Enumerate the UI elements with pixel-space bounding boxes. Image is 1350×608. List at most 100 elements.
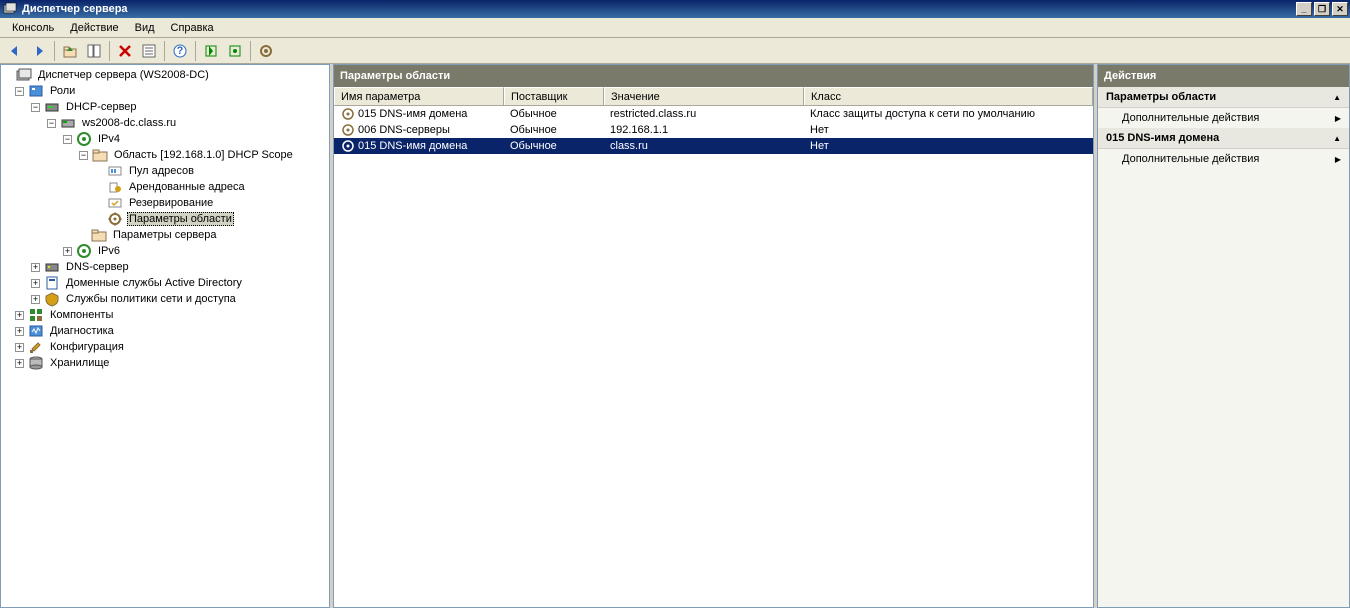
dns-icon: [44, 259, 60, 275]
expand-icon[interactable]: +: [15, 343, 24, 352]
app-icon: [2, 1, 18, 17]
list-row[interactable]: 015 DNS-имя домена Обычноеrestricted.clas…: [334, 106, 1093, 122]
ad-icon: [44, 275, 60, 291]
collapse-icon[interactable]: −: [47, 119, 56, 128]
expand-icon[interactable]: +: [31, 263, 40, 272]
actions-more-2[interactable]: Дополнительные действия▶: [1098, 149, 1349, 169]
tree-adds[interactable]: +Доменные службы Active Directory: [1, 275, 329, 291]
expand-icon[interactable]: +: [63, 247, 72, 256]
option-icon: [340, 122, 356, 138]
expand-icon[interactable]: +: [15, 311, 24, 320]
menu-action[interactable]: Действие: [62, 20, 126, 36]
tree-leases[interactable]: Арендованные адреса: [1, 179, 329, 195]
cell-vendor: Обычное: [504, 106, 604, 122]
folder-icon: [92, 147, 108, 163]
expand-icon[interactable]: +: [31, 279, 40, 288]
server-manager-icon: [16, 67, 32, 83]
menu-view[interactable]: Вид: [127, 20, 163, 36]
pool-icon: [107, 163, 123, 179]
close-button[interactable]: ✕: [1332, 2, 1348, 16]
tree-diagnostics[interactable]: +Диагностика: [1, 323, 329, 339]
actions-panel: Действия Параметры области▲ Дополнительн…: [1097, 64, 1350, 608]
actions-title: Действия: [1104, 70, 1156, 82]
back-button[interactable]: [4, 40, 26, 62]
cell-value: class.ru: [604, 138, 804, 154]
tree-scope[interactable]: −Область [192.168.1.0] DHCP Scope: [1, 147, 329, 163]
center-title: Параметры области: [340, 70, 450, 82]
expand-icon[interactable]: +: [31, 295, 40, 304]
tree-root[interactable]: Диспетчер сервера (WS2008-DC): [1, 67, 329, 83]
collapse-icon[interactable]: −: [63, 135, 72, 144]
tree-dns[interactable]: +DNS-сервер: [1, 259, 329, 275]
cell-class: Нет: [804, 138, 1093, 154]
collapse-icon[interactable]: −: [15, 87, 24, 96]
tree-roles[interactable]: −Роли: [1, 83, 329, 99]
tree-nps[interactable]: +Службы политики сети и доступа: [1, 291, 329, 307]
expand-icon[interactable]: +: [15, 327, 24, 336]
list-body: 015 DNS-имя домена Обычноеrestricted.clas…: [334, 106, 1093, 607]
features-icon: [28, 307, 44, 323]
list-header: Имя параметра Поставщик Значение Класс: [334, 87, 1093, 106]
ipv6-icon: [76, 243, 92, 259]
tree-panel: Диспетчер сервера (WS2008-DC) −Роли −DHC…: [0, 64, 330, 608]
cell-vendor: Обычное: [504, 122, 604, 138]
menubar: Консоль Действие Вид Справка: [0, 18, 1350, 38]
tree-server-options[interactable]: Параметры сервера: [1, 227, 329, 243]
up-button[interactable]: [59, 40, 81, 62]
properties-button[interactable]: [138, 40, 160, 62]
col-class[interactable]: Класс: [804, 87, 1093, 105]
cell-name: 015 DNS-имя домена: [358, 140, 467, 152]
delete-button[interactable]: [114, 40, 136, 62]
list-row[interactable]: 006 DNS-серверыОбычное192.168.1.1Нет: [334, 122, 1093, 138]
folder-icon: [91, 227, 107, 243]
list-row[interactable]: 015 DNS-имя домена Обычноеclass.ruНет: [334, 138, 1093, 154]
cell-class: Класс защиты доступа к сети по умолчанию: [804, 106, 1093, 122]
actions-header: Действия: [1098, 65, 1349, 87]
cell-name: 015 DNS-имя домена: [358, 108, 467, 120]
collapse-icon[interactable]: −: [31, 103, 40, 112]
ipv4-icon: [76, 131, 92, 147]
tree-ipv6[interactable]: +IPv6: [1, 243, 329, 259]
nps-icon: [44, 291, 60, 307]
cell-name: 006 DNS-серверы: [358, 124, 450, 136]
forward-button[interactable]: [28, 40, 50, 62]
tree-scope-options[interactable]: Параметры области: [1, 211, 329, 227]
tree-reservations[interactable]: Резервирование: [1, 195, 329, 211]
center-header: Параметры области: [334, 65, 1093, 87]
leases-icon: [107, 179, 123, 195]
col-value[interactable]: Значение: [604, 87, 804, 105]
diagnostics-icon: [28, 323, 44, 339]
chevron-right-icon: ▶: [1335, 114, 1341, 123]
col-vendor[interactable]: Поставщик: [504, 87, 604, 105]
chevron-up-icon: ▲: [1333, 134, 1341, 143]
help-button[interactable]: ?: [169, 40, 191, 62]
action1-button[interactable]: [200, 40, 222, 62]
menu-help[interactable]: Справка: [163, 20, 222, 36]
minimize-button[interactable]: _: [1296, 2, 1312, 16]
tree-configuration[interactable]: +Конфигурация: [1, 339, 329, 355]
action2-button[interactable]: [224, 40, 246, 62]
chevron-up-icon: ▲: [1333, 93, 1341, 102]
tree-dhcp[interactable]: −DHCP-сервер: [1, 99, 329, 115]
title-text: Диспетчер сервера: [22, 3, 128, 15]
gear-icon[interactable]: [255, 40, 277, 62]
cell-vendor: Обычное: [504, 138, 604, 154]
expand-icon[interactable]: +: [15, 359, 24, 368]
roles-icon: [28, 83, 44, 99]
collapse-icon[interactable]: −: [79, 151, 88, 160]
restore-button[interactable]: ❐: [1314, 2, 1330, 16]
col-name[interactable]: Имя параметра: [334, 87, 504, 105]
menu-console[interactable]: Консоль: [4, 20, 62, 36]
tree-storage[interactable]: +Хранилище: [1, 355, 329, 371]
actions-section-option[interactable]: 015 DNS-имя домена▲: [1098, 128, 1349, 149]
titlebar: Диспетчер сервера _ ❐ ✕: [0, 0, 1350, 18]
actions-more-1[interactable]: Дополнительные действия▶: [1098, 108, 1349, 128]
tree-features[interactable]: +Компоненты: [1, 307, 329, 323]
tree-ipv4[interactable]: −IPv4: [1, 131, 329, 147]
actions-section-scope[interactable]: Параметры области▲: [1098, 87, 1349, 108]
show-hide-button[interactable]: [83, 40, 105, 62]
cell-value: restricted.class.ru: [604, 106, 804, 122]
reservations-icon: [107, 195, 123, 211]
tree-pool[interactable]: Пул адресов: [1, 163, 329, 179]
tree-host[interactable]: −ws2008-dc.class.ru: [1, 115, 329, 131]
